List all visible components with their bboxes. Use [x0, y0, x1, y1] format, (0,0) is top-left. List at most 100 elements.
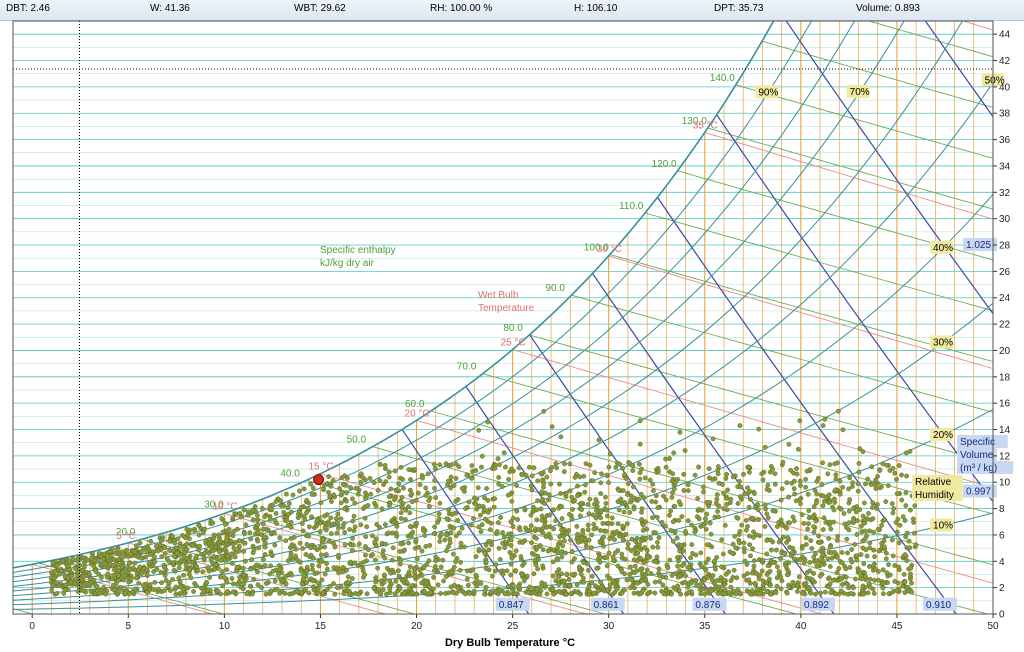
- data-point: [531, 465, 537, 471]
- data-point: [644, 567, 650, 573]
- data-point: [335, 552, 341, 558]
- data-point: [495, 591, 501, 597]
- data-point: [450, 590, 456, 596]
- psychrometric-chart[interactable]: 20.030.040.050.060.070.080.090.0100.0110…: [0, 0, 1024, 652]
- data-point: [791, 486, 797, 491]
- data-point: [396, 573, 402, 579]
- data-point: [453, 533, 459, 539]
- data-point: [515, 517, 520, 522]
- data-point: [767, 568, 773, 574]
- data-point: [52, 575, 57, 581]
- data-point: [901, 572, 907, 577]
- data-point: [730, 541, 736, 547]
- data-point: [881, 591, 886, 597]
- data-point: [504, 568, 510, 574]
- data-point: [903, 490, 909, 496]
- data-point: [790, 514, 796, 520]
- data-point: [895, 580, 901, 586]
- data-point: [185, 585, 191, 591]
- data-point: [502, 545, 508, 550]
- data-point: [902, 590, 908, 595]
- data-point: [856, 567, 862, 573]
- data-point: [334, 585, 340, 591]
- data-point: [807, 568, 813, 574]
- data-point: [668, 508, 673, 514]
- data-point: [237, 511, 243, 516]
- enthalpy-label: 70.0: [457, 362, 477, 373]
- data-point: [791, 518, 797, 524]
- data-point: [709, 588, 714, 594]
- data-point: [581, 579, 587, 585]
- data-point: [692, 472, 698, 478]
- data-point: [764, 551, 770, 557]
- data-point: [685, 584, 691, 590]
- data-point: [82, 564, 87, 570]
- data-point: [833, 472, 839, 478]
- data-point: [217, 539, 223, 544]
- data-point: [778, 574, 784, 580]
- data-point: [139, 571, 144, 577]
- data-point: [778, 497, 784, 503]
- data-point: [176, 575, 182, 581]
- data-point: [303, 586, 308, 592]
- data-point: [196, 522, 202, 528]
- data-point: [386, 530, 391, 536]
- data-point: [791, 470, 796, 476]
- data-point: [784, 590, 790, 596]
- data-point: [535, 478, 541, 484]
- data-point: [476, 524, 482, 530]
- data-point: [219, 569, 225, 575]
- data-point: [805, 526, 811, 532]
- data-point: [260, 557, 266, 562]
- data-point: [629, 536, 635, 542]
- data-point: [799, 512, 805, 518]
- data-point: [432, 485, 437, 491]
- data-point: [89, 556, 95, 561]
- data-point: [159, 580, 164, 586]
- data-point: [826, 536, 832, 541]
- data-point: [247, 530, 253, 536]
- data-point: [308, 514, 314, 520]
- data-point: [577, 474, 583, 480]
- data-point: [828, 590, 834, 595]
- data-point: [558, 491, 563, 496]
- data-point: [724, 495, 729, 501]
- data-point: [318, 552, 324, 558]
- data-point: [535, 545, 541, 550]
- data-point: [534, 517, 540, 523]
- data-point: [245, 512, 251, 518]
- data-point: [545, 548, 551, 554]
- data-point: [885, 483, 891, 488]
- data-point: [322, 482, 327, 488]
- data-point: [137, 540, 143, 546]
- data-point: [624, 521, 630, 527]
- data-point: [620, 523, 625, 529]
- data-point: [908, 565, 914, 571]
- data-point: [192, 528, 198, 534]
- data-point: [610, 533, 615, 538]
- data-point: [91, 564, 97, 569]
- data-point: [883, 499, 889, 504]
- wet-bulb-label: 30 °C: [597, 244, 622, 255]
- data-point: [340, 569, 346, 575]
- data-point: [721, 490, 726, 496]
- data-point: [815, 475, 821, 481]
- data-point: [540, 547, 546, 552]
- data-point: [648, 535, 653, 541]
- data-point: [431, 531, 437, 536]
- data-point: [653, 499, 659, 505]
- data-point: [435, 582, 441, 588]
- data-point: [289, 542, 295, 548]
- data-point: [450, 551, 456, 557]
- data-point: [609, 515, 615, 521]
- data-point: [229, 561, 235, 566]
- data-point: [559, 516, 565, 521]
- data-point: [267, 516, 273, 522]
- data-point: [437, 462, 443, 468]
- data-point: [846, 520, 852, 526]
- data-point: [390, 545, 396, 551]
- data-point: [153, 543, 159, 549]
- data-point: [548, 468, 553, 474]
- data-point: [791, 556, 797, 562]
- data-point: [162, 573, 168, 578]
